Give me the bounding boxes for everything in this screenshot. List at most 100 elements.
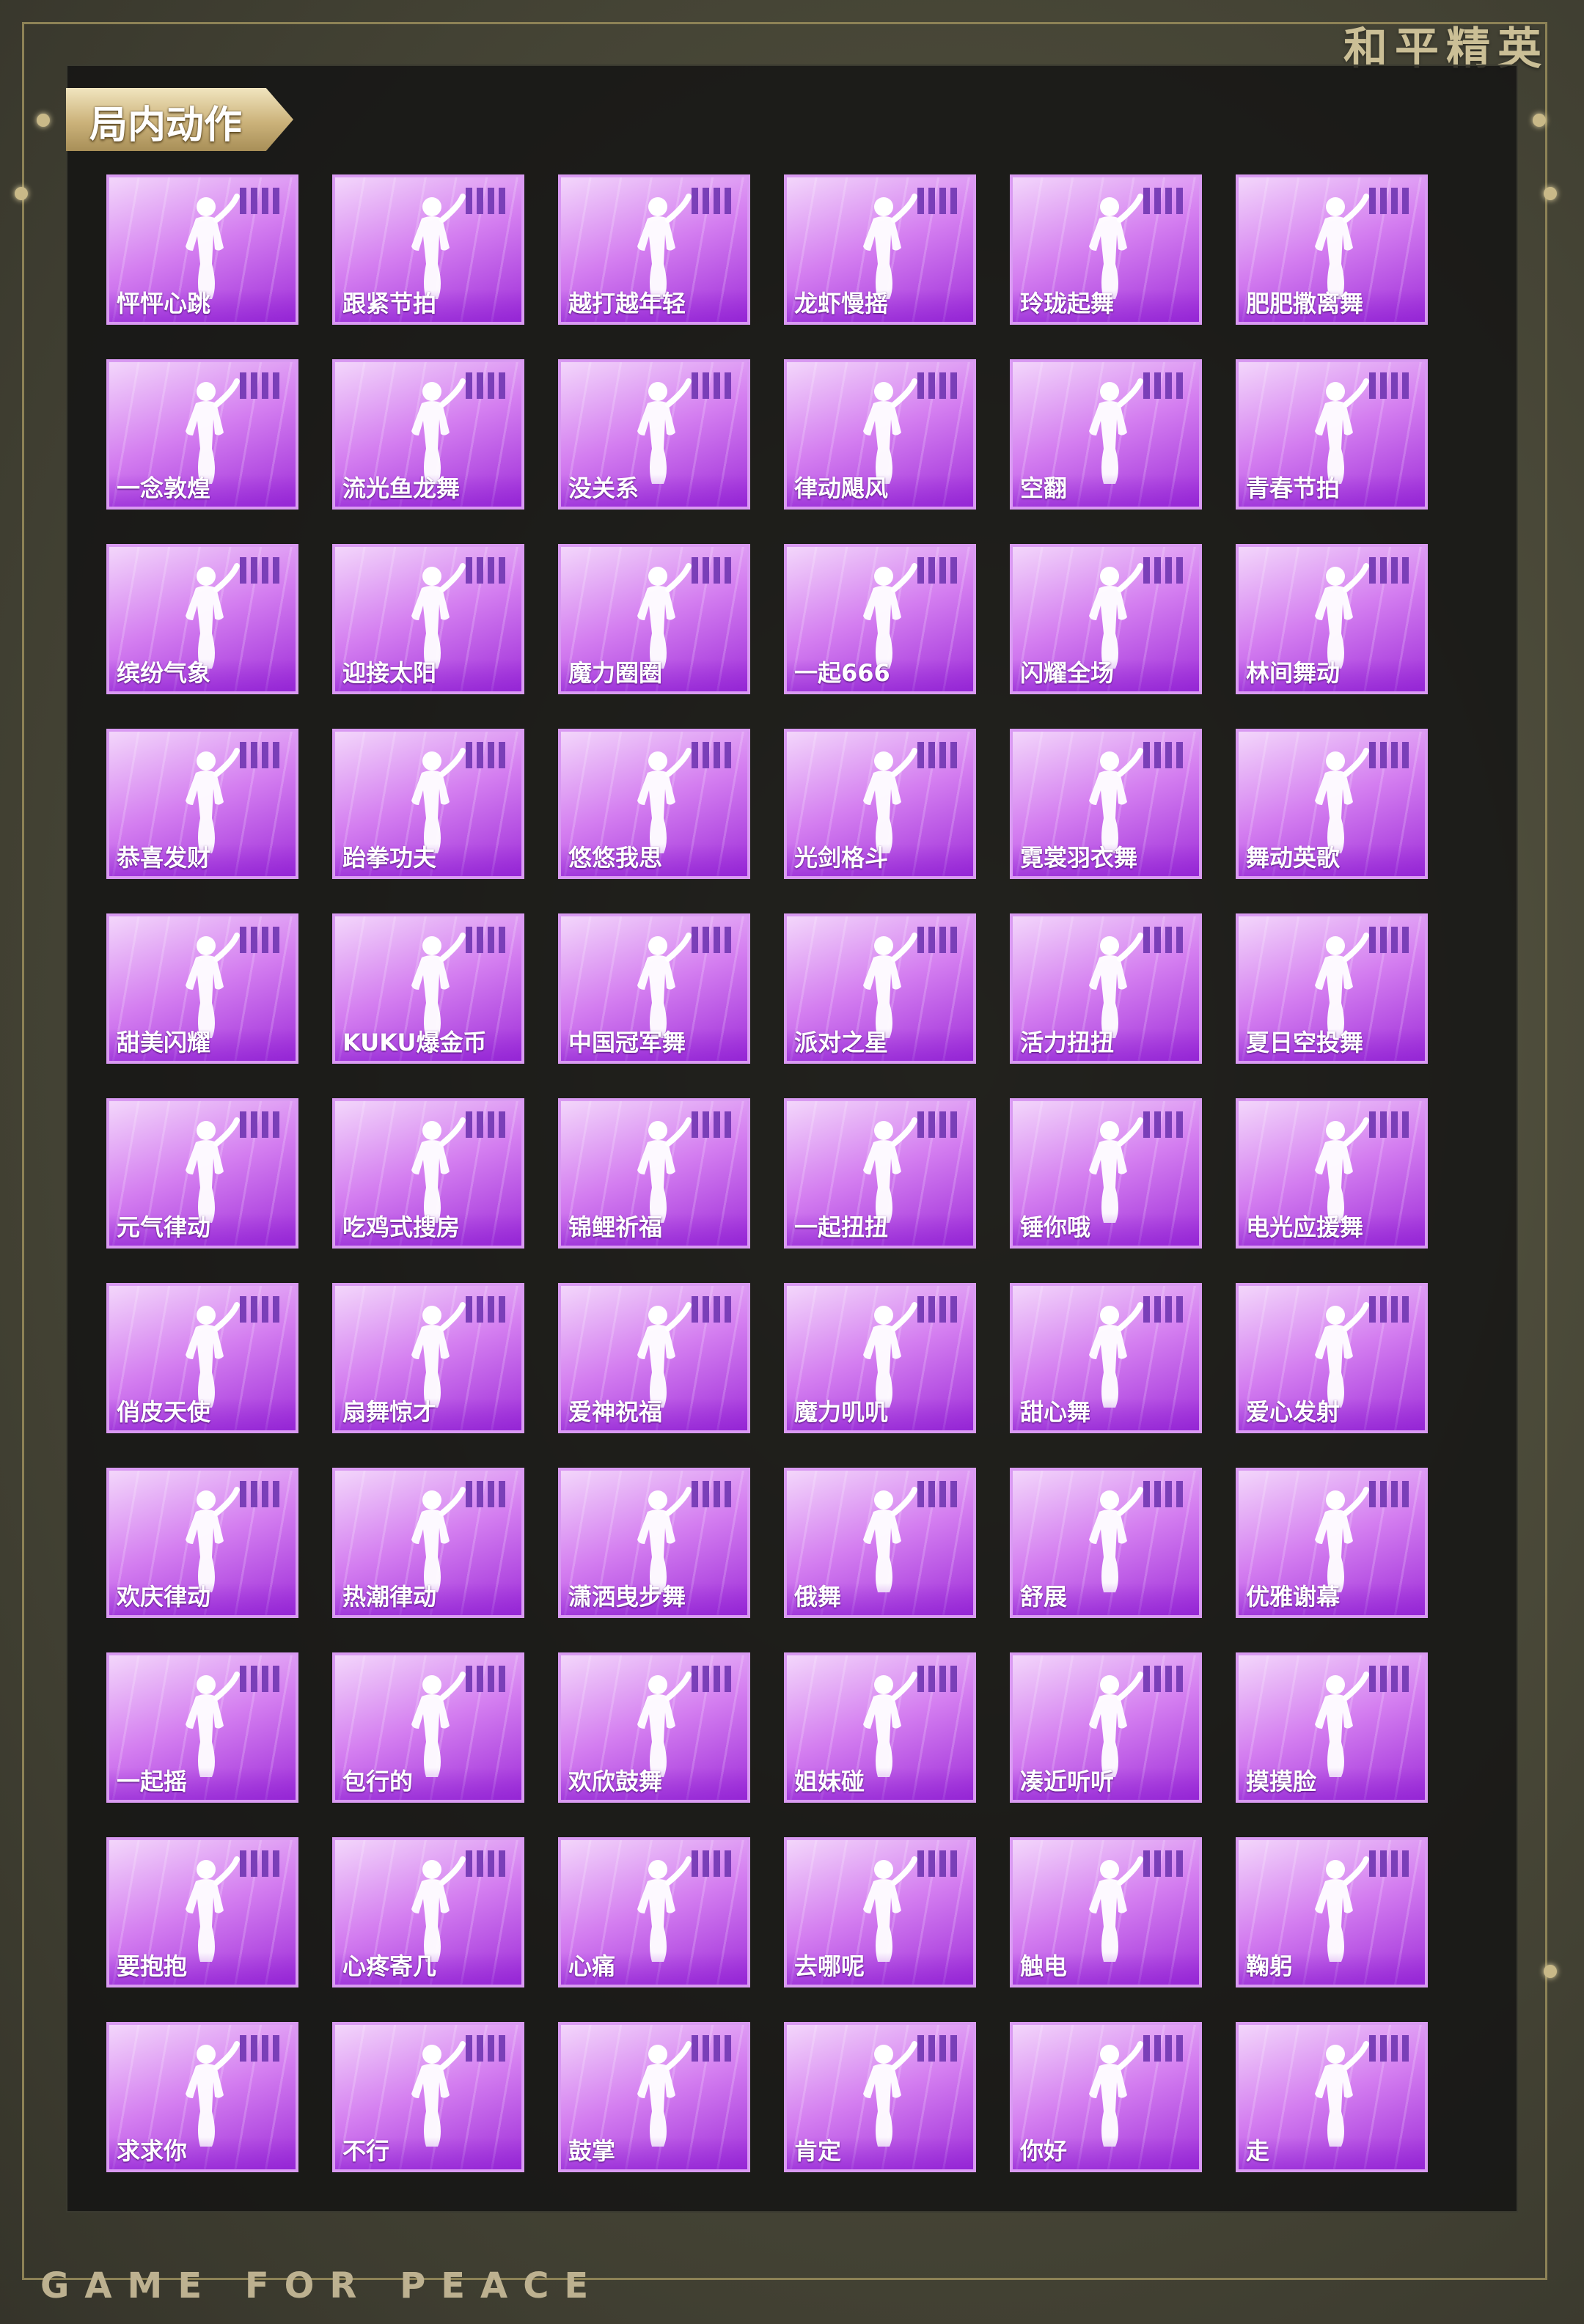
emote-card[interactable]: 跆拳功夫: [332, 729, 524, 879]
emote-card[interactable]: 怦怦心跳: [106, 174, 298, 325]
emote-card[interactable]: 一起摇: [106, 1652, 298, 1803]
emote-card[interactable]: 凑近听听: [1010, 1652, 1202, 1803]
dancer-silhouette-icon: [386, 1484, 474, 1594]
emote-card[interactable]: 爱神祝福: [558, 1283, 750, 1433]
emote-name: 欢欣鼓舞: [568, 1768, 663, 1795]
emote-card[interactable]: 元气律动: [106, 1098, 298, 1249]
emote-card[interactable]: 优雅谢幕: [1236, 1468, 1428, 1618]
emote-card[interactable]: 甜美闪耀: [106, 913, 298, 1064]
emote-card[interactable]: 吃鸡式搜房: [332, 1098, 524, 1249]
emote-card[interactable]: 俄舞: [784, 1468, 976, 1618]
emote-name: 潇洒曳步舞: [568, 1583, 686, 1611]
emote-name: 迎接太阳: [342, 659, 437, 687]
emote-card[interactable]: 光剑格斗: [784, 729, 976, 879]
emote-card[interactable]: 一起666: [784, 544, 976, 694]
emote-card[interactable]: 流光鱼龙舞: [332, 359, 524, 510]
dancer-silhouette-icon: [386, 191, 474, 301]
emote-card[interactable]: 要抱抱: [106, 1837, 298, 1987]
emote-card[interactable]: 摸摸脸: [1236, 1652, 1428, 1803]
emote-name: 舞动英歌: [1246, 844, 1341, 872]
emote-card[interactable]: 迎接太阳: [332, 544, 524, 694]
emote-name: 俄舞: [794, 1583, 842, 1611]
emote-card[interactable]: 你好: [1010, 2022, 1202, 2172]
emote-card[interactable]: 扇舞惊才: [332, 1283, 524, 1433]
emote-name: 你好: [1020, 2137, 1068, 2165]
dancer-silhouette-icon: [1290, 1299, 1378, 1409]
emote-card[interactable]: 潇洒曳步舞: [558, 1468, 750, 1618]
dancer-silhouette-icon: [838, 375, 926, 485]
dancer-silhouette-icon: [1064, 1299, 1152, 1409]
emote-card[interactable]: 鞠躬: [1236, 1837, 1428, 1987]
emote-card[interactable]: 舞动英歌: [1236, 729, 1428, 879]
emote-card[interactable]: 派对之星: [784, 913, 976, 1064]
dancer-silhouette-icon: [161, 745, 249, 855]
emote-card[interactable]: 缤纷气象: [106, 544, 298, 694]
emote-card[interactable]: 一念敦煌: [106, 359, 298, 510]
emote-card[interactable]: 热潮律动: [332, 1468, 524, 1618]
emote-card[interactable]: 鼓掌: [558, 2022, 750, 2172]
dancer-silhouette-icon: [612, 2038, 700, 2148]
emote-card[interactable]: 心疼寄几: [332, 1837, 524, 1987]
emote-card[interactable]: 魔力圈圈: [558, 544, 750, 694]
emote-name: 夏日空投舞: [1246, 1029, 1364, 1056]
emote-name: 恭喜发财: [117, 844, 211, 872]
emote-card[interactable]: 走: [1236, 2022, 1428, 2172]
dancer-silhouette-icon: [612, 375, 700, 485]
emote-card[interactable]: 去哪呢: [784, 1837, 976, 1987]
emote-card[interactable]: 求求你: [106, 2022, 298, 2172]
emote-card[interactable]: 欢欣鼓舞: [558, 1652, 750, 1803]
emote-name: 甜美闪耀: [117, 1029, 211, 1056]
emote-card[interactable]: 悠悠我思: [558, 729, 750, 879]
emote-card[interactable]: 姐妹碰: [784, 1652, 976, 1803]
dancer-silhouette-icon: [612, 1114, 700, 1224]
emote-card[interactable]: 舒展: [1010, 1468, 1202, 1618]
emote-card[interactable]: 活力扭扭: [1010, 913, 1202, 1064]
dancer-silhouette-icon: [161, 1853, 249, 1963]
dancer-silhouette-icon: [1064, 2038, 1152, 2148]
emote-card[interactable]: 夏日空投舞: [1236, 913, 1428, 1064]
emote-card[interactable]: 一起扭扭: [784, 1098, 976, 1249]
emote-card[interactable]: 律动飓风: [784, 359, 976, 510]
emote-card[interactable]: 空翻: [1010, 359, 1202, 510]
emote-name: 欢庆律动: [117, 1583, 211, 1611]
emote-card[interactable]: 越打越年轻: [558, 174, 750, 325]
emote-card[interactable]: 电光应援舞: [1236, 1098, 1428, 1249]
emote-card[interactable]: 林间舞动: [1236, 544, 1428, 694]
emote-card[interactable]: 跟紧节拍: [332, 174, 524, 325]
emote-card[interactable]: 触电: [1010, 1837, 1202, 1987]
emote-card[interactable]: 锤你哦: [1010, 1098, 1202, 1249]
emote-card[interactable]: 闪耀全场: [1010, 544, 1202, 694]
emote-card[interactable]: 俏皮天使: [106, 1283, 298, 1433]
emote-card[interactable]: 霓裳羽衣舞: [1010, 729, 1202, 879]
emote-card[interactable]: 青春节拍: [1236, 359, 1428, 510]
emote-name: 触电: [1020, 1952, 1068, 1980]
emote-card[interactable]: 爱心发射: [1236, 1283, 1428, 1433]
emote-card[interactable]: 龙虾慢摇: [784, 174, 976, 325]
emote-name: 锦鲤祈福: [568, 1213, 663, 1241]
emote-card[interactable]: 心痛: [558, 1837, 750, 1987]
emote-name: 派对之星: [794, 1029, 889, 1056]
emote-card[interactable]: 不行: [332, 2022, 524, 2172]
emote-card[interactable]: 欢庆律动: [106, 1468, 298, 1618]
emote-name: 玲珑起舞: [1020, 290, 1115, 317]
emote-name: 越打越年轻: [568, 290, 686, 317]
emote-name: 闪耀全场: [1020, 659, 1115, 687]
emote-card[interactable]: 肥肥撒离舞: [1236, 174, 1428, 325]
emote-card[interactable]: 魔力叽叽: [784, 1283, 976, 1433]
emote-card[interactable]: 肯定: [784, 2022, 976, 2172]
dancer-silhouette-icon: [1064, 560, 1152, 670]
emote-card[interactable]: 玲珑起舞: [1010, 174, 1202, 325]
emote-card[interactable]: 甜心舞: [1010, 1283, 1202, 1433]
emote-name: 林间舞动: [1246, 659, 1341, 687]
emote-card[interactable]: 中国冠军舞: [558, 913, 750, 1064]
emote-card[interactable]: 恭喜发财: [106, 729, 298, 879]
emote-name: 扇舞惊才: [342, 1398, 437, 1426]
emote-card[interactable]: KUKU爆金币: [332, 913, 524, 1064]
dancer-silhouette-icon: [386, 560, 474, 670]
emote-card[interactable]: 锦鲤祈福: [558, 1098, 750, 1249]
emote-name: 魔力圈圈: [568, 659, 663, 687]
emote-card[interactable]: 没关系: [558, 359, 750, 510]
dancer-silhouette-icon: [386, 1114, 474, 1224]
emote-card[interactable]: 包行的: [332, 1652, 524, 1803]
emote-name: 中国冠军舞: [568, 1029, 686, 1056]
